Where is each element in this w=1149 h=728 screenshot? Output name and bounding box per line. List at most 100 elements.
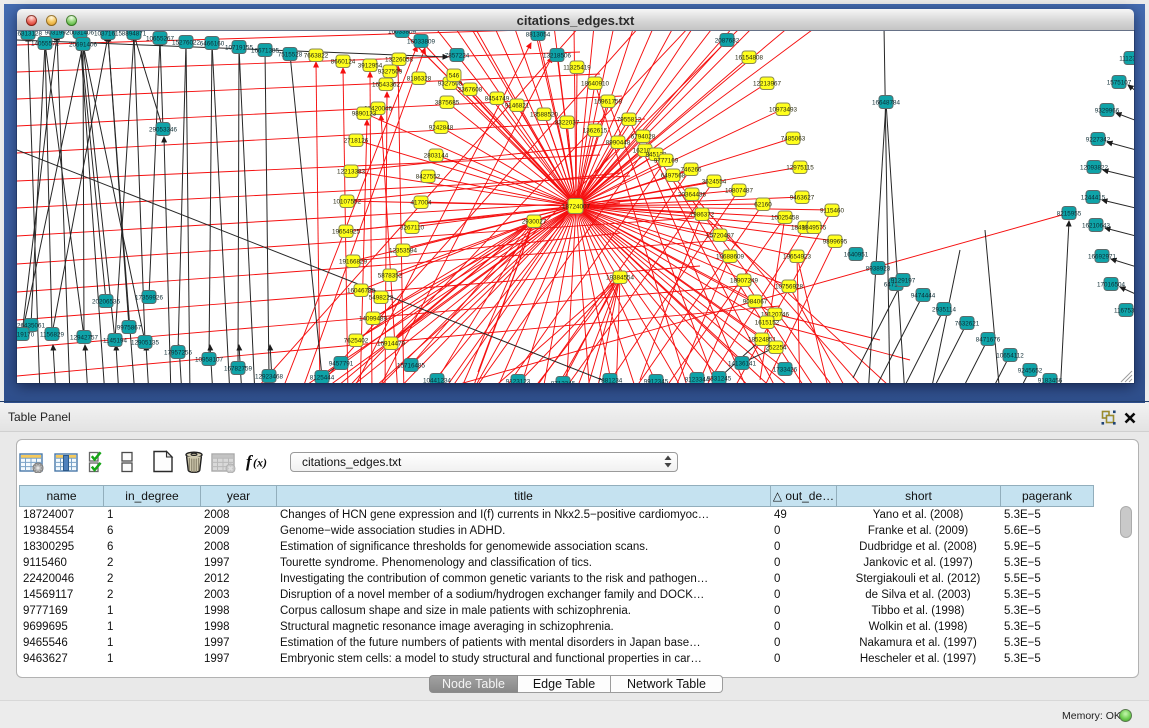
svg-text:12923468: 12923468 — [255, 374, 284, 381]
svg-text:16692971: 16692971 — [1088, 254, 1117, 261]
svg-text:3624554: 3624554 — [702, 179, 727, 186]
svg-text:5878352: 5878352 — [378, 273, 403, 280]
svg-text:10807487: 10807487 — [725, 188, 754, 195]
svg-text:7625402: 7625402 — [344, 338, 369, 345]
svg-text:16046788: 16046788 — [347, 288, 376, 295]
svg-text:9183456: 9183456 — [1038, 378, 1063, 384]
svg-text:7632621: 7632621 — [955, 321, 980, 328]
svg-text:8125444: 8125444 — [310, 375, 335, 382]
svg-text:10719155: 10719155 — [225, 45, 254, 52]
svg-text:14099489: 14099489 — [359, 316, 388, 323]
svg-text:12905135: 12905135 — [131, 340, 160, 347]
svg-text:9331245: 9331245 — [707, 376, 732, 383]
svg-text:2087682: 2087682 — [715, 38, 740, 45]
svg-text:16671385: 16671385 — [251, 48, 280, 55]
svg-text:1362615: 1362615 — [583, 128, 608, 135]
svg-text:18640910: 18640910 — [581, 81, 610, 88]
svg-text:3875685: 3875685 — [435, 100, 460, 107]
svg-text:9327509: 9327509 — [378, 69, 403, 76]
svg-text:13588520: 13588520 — [530, 112, 559, 119]
svg-text:9146821: 9146821 — [505, 103, 530, 110]
svg-text:16961758: 16961758 — [594, 99, 623, 106]
svg-text:9912345: 9912345 — [644, 379, 669, 384]
svg-text:62160: 62160 — [754, 202, 772, 209]
svg-text:1167533: 1167533 — [1114, 308, 1134, 315]
svg-text:16033809: 16033809 — [407, 39, 436, 46]
svg-text:10654112: 10654112 — [996, 353, 1024, 360]
svg-text:2935114: 2935114 — [932, 307, 957, 314]
svg-text:9457791: 9457791 — [329, 361, 354, 368]
svg-text:17016504: 17016504 — [1097, 282, 1126, 289]
svg-text:2367608: 2367608 — [458, 87, 483, 94]
svg-text:9129197: 9129197 — [891, 278, 916, 285]
svg-text:11325419: 11325419 — [563, 65, 591, 72]
svg-text:20691406: 20691406 — [69, 42, 98, 49]
svg-text:10371615: 10371615 — [94, 31, 123, 38]
svg-text:12942757: 12942757 — [70, 335, 99, 342]
svg-text:6794028: 6794028 — [631, 134, 656, 141]
svg-text:546: 546 — [449, 73, 460, 80]
svg-text:8186328: 8186328 — [407, 76, 432, 83]
svg-text:16210643: 16210643 — [1082, 223, 1111, 230]
svg-text:8660124: 8660124 — [331, 59, 356, 66]
svg-text:16154808: 16154808 — [735, 55, 764, 62]
svg-text:13226058: 13226058 — [385, 57, 414, 64]
svg-text:15720407: 15720407 — [706, 233, 735, 240]
svg-text:16782759: 16782759 — [224, 366, 253, 373]
svg-text:19654925: 19654925 — [332, 229, 361, 236]
svg-text:8215955: 8215955 — [1057, 211, 1082, 218]
svg-text:16543362: 16543362 — [372, 82, 401, 89]
svg-text:746266: 746266 — [680, 167, 702, 174]
svg-text:417004: 417004 — [410, 200, 432, 207]
svg-text:(x): (x) — [253, 456, 267, 470]
svg-text:10756928: 10756928 — [775, 284, 804, 291]
svg-text:9890123: 9890123 — [352, 111, 377, 118]
svg-text:7986372: 7986372 — [690, 212, 715, 219]
svg-text:29053346: 29053346 — [149, 127, 178, 134]
svg-text:8471676: 8471676 — [976, 337, 1001, 344]
svg-text:9899695: 9899695 — [823, 239, 848, 246]
svg-text:8894871: 8894871 — [122, 31, 147, 38]
svg-text:9463627: 9463627 — [790, 195, 815, 202]
svg-text:20206536: 20206536 — [92, 299, 121, 306]
svg-text:7955812: 7955812 — [617, 117, 642, 124]
svg-text:10107552: 10107552 — [333, 199, 362, 206]
svg-text:20031406: 20031406 — [66, 31, 95, 37]
svg-text:7857224: 7857224 — [445, 53, 470, 60]
svg-text:6497568: 6497568 — [661, 173, 686, 180]
svg-text:7485063: 7485063 — [781, 136, 806, 143]
svg-text:9227342: 9227342 — [1086, 137, 1111, 144]
svg-text:19654923: 19654923 — [783, 254, 812, 261]
svg-text:1575107: 1575107 — [1107, 80, 1132, 87]
svg-text:8990448: 8990448 — [606, 140, 631, 147]
svg-text:10441234: 10441234 — [423, 378, 452, 384]
svg-text:8938923: 8938923 — [866, 266, 891, 273]
svg-text:10973493: 10973493 — [769, 107, 798, 114]
svg-text:10655267: 10655267 — [146, 36, 175, 43]
svg-text:8454749: 8454749 — [485, 96, 510, 103]
svg-text:5498222: 5498222 — [369, 295, 394, 302]
svg-text:1615152: 1615152 — [755, 320, 780, 327]
svg-text:14055572: 14055572 — [31, 41, 60, 48]
svg-text:9123123: 9123123 — [506, 379, 531, 384]
svg-text:12213967: 12213967 — [753, 81, 782, 88]
svg-text:12353594: 12353594 — [389, 248, 418, 255]
svg-text:9975867: 9975867 — [117, 325, 142, 332]
svg-text:6466160: 6466160 — [200, 41, 225, 48]
svg-text:3919170: 3919170 — [17, 332, 35, 339]
svg-text:1244415: 1244415 — [1081, 195, 1106, 202]
svg-text:8427552: 8427552 — [416, 174, 441, 181]
svg-text:10025458: 10025458 — [771, 215, 800, 222]
svg-text:10958107: 10958107 — [195, 357, 224, 364]
svg-text:18907249: 18907249 — [730, 278, 759, 285]
svg-text:12093822: 12093822 — [1080, 165, 1109, 172]
svg-text:1640951: 1640951 — [844, 252, 869, 259]
svg-text:16648784: 16648784 — [872, 100, 901, 107]
svg-text:9084067: 9084067 — [743, 299, 768, 306]
svg-text:8322037: 8322037 — [555, 120, 580, 127]
svg-text:19166829: 19166829 — [339, 259, 368, 266]
svg-text:7515528: 7515528 — [278, 52, 303, 59]
svg-text:15716485: 15716485 — [397, 363, 426, 370]
svg-text:7663822: 7663822 — [304, 53, 329, 60]
svg-text:12213383: 12213383 — [337, 169, 366, 176]
